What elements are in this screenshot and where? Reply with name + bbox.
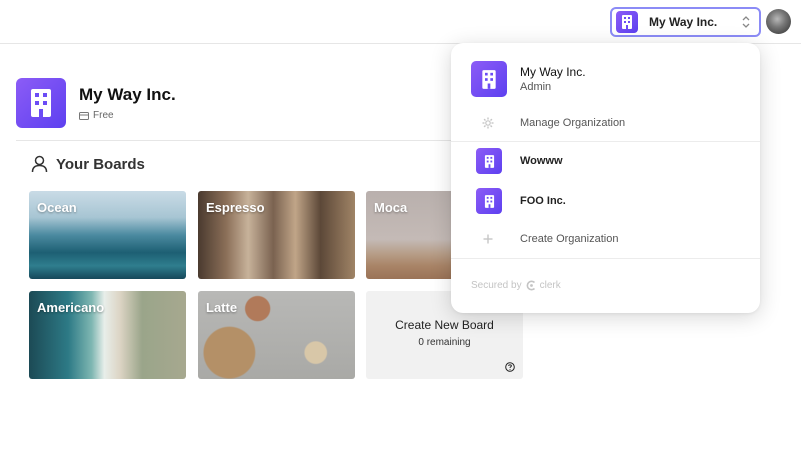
org-item-foo-inc[interactable]: FOO Inc. [451, 188, 760, 214]
divider [451, 258, 760, 259]
org-switcher-button[interactable]: My Way Inc. [610, 7, 761, 37]
board-label: Moca [374, 200, 408, 215]
chevron-up-down-icon [742, 16, 750, 28]
secured-by-label: Secured by [471, 280, 522, 291]
boards-heading: Your Boards [31, 155, 145, 173]
board-label: Americano [37, 300, 105, 315]
org-item-wowww[interactable]: Wowww [451, 148, 760, 174]
credit-card-icon [79, 111, 89, 120]
top-bar: My Way Inc. [0, 0, 801, 44]
org-switcher-label: My Way Inc. [649, 15, 718, 29]
board-label: Latte [206, 300, 238, 315]
gear-icon [482, 117, 494, 129]
board-label: Espresso [206, 200, 265, 215]
board-ocean[interactable]: Ocean [29, 191, 186, 279]
org-item-label: FOO Inc. [520, 195, 566, 207]
user-avatar[interactable] [766, 9, 791, 34]
active-org-name: My Way Inc. [520, 65, 586, 79]
manage-organization-label: Manage Organization [520, 117, 626, 129]
boards-remaining-count: 0 remaining [418, 337, 471, 348]
create-organization-label: Create Organization [520, 233, 619, 245]
board-americano[interactable]: Americano [29, 291, 186, 379]
building-icon [616, 11, 638, 33]
create-new-board-label: Create New Board [395, 318, 494, 332]
active-org-role: Admin [520, 81, 552, 93]
plus-icon [483, 234, 493, 244]
org-title: My Way Inc. [79, 85, 176, 104]
board-latte[interactable]: Latte [198, 291, 355, 379]
secured-by-footer: Secured by clerk [471, 280, 561, 291]
building-icon [16, 78, 66, 128]
board-espresso[interactable]: Espresso [198, 191, 355, 279]
create-organization-button[interactable]: Create Organization [451, 231, 760, 247]
divider [16, 140, 516, 141]
question-icon[interactable] [505, 362, 515, 372]
org-item-label: Wowww [520, 155, 563, 167]
user-icon [31, 155, 48, 173]
clerk-brand-label: clerk [539, 280, 561, 291]
manage-organization-button[interactable]: Manage Organization [451, 115, 760, 131]
active-org: My Way Inc. Admin [471, 61, 586, 97]
org-switcher-dropdown: My Way Inc. Admin Manage Organization Wo… [451, 43, 760, 313]
org-plan: Free [79, 110, 114, 121]
building-icon [476, 188, 502, 214]
divider [451, 141, 760, 142]
clerk-logo-icon [526, 280, 535, 291]
org-plan-label: Free [93, 110, 114, 121]
boards-heading-label: Your Boards [56, 155, 145, 173]
building-icon [471, 61, 507, 97]
board-label: Ocean [37, 200, 77, 215]
building-icon [476, 148, 502, 174]
